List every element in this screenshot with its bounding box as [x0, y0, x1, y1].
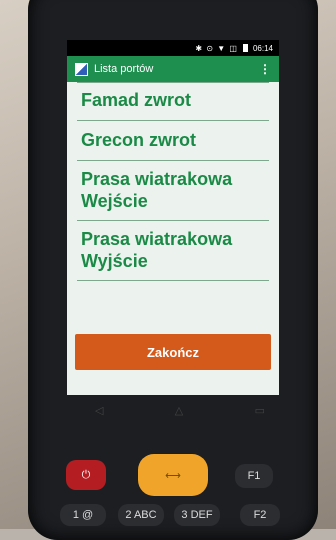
- list-item-famad-zwrot[interactable]: Famad zwrot: [77, 82, 269, 121]
- app-title: Lista portów: [94, 63, 154, 75]
- f2-key[interactable]: F2: [240, 504, 280, 526]
- finish-button[interactable]: Zakończ: [75, 334, 271, 370]
- power-key[interactable]: ⏻: [66, 460, 106, 490]
- key-1[interactable]: 1 @: [60, 504, 106, 526]
- battery-icon: [242, 44, 248, 52]
- recent-key-icon[interactable]: ▭: [255, 404, 265, 418]
- scan-icon: ⟷: [165, 469, 181, 482]
- home-key-icon[interactable]: △: [175, 404, 183, 418]
- list-item-grecon-zwrot[interactable]: Grecon zwrot: [77, 121, 269, 161]
- back-key-icon[interactable]: ◁: [95, 404, 103, 418]
- app-bar: Lista portów ⋮: [67, 56, 279, 82]
- app-logo-icon: [75, 62, 88, 76]
- f1-key[interactable]: F1: [235, 464, 273, 488]
- status-bar: ✱ ⊙ ▼ ◫ 06:14: [67, 40, 279, 56]
- keypad: ⏻ ⟷ F1 1 @ 2 ABC 3 DEF F2: [60, 448, 290, 528]
- port-list: Famad zwrot Grecon zwrot Prasa wiatrakow…: [67, 82, 279, 281]
- vertical-dots-icon[interactable]: ⋮: [259, 62, 271, 76]
- scan-key[interactable]: ⟷: [138, 454, 208, 496]
- power-icon: ⏻: [81, 468, 91, 481]
- key-2[interactable]: 2 ABC: [118, 504, 164, 526]
- status-icons: ✱ ⊙ ▼ ◫: [195, 43, 238, 53]
- status-time: 06:14: [252, 43, 273, 53]
- list-item-prasa-wejscie[interactable]: Prasa wiatrakowa Wejście: [77, 161, 269, 221]
- device-screen: ✱ ⊙ ▼ ◫ 06:14 Lista portów ⋮ Famad zwrot…: [67, 40, 279, 395]
- key-3[interactable]: 3 DEF: [174, 504, 220, 526]
- list-item-prasa-wyjscie[interactable]: Prasa wiatrakowa Wyjście: [77, 221, 269, 281]
- hardware-nav-row: ◁ △ ▭: [95, 404, 265, 418]
